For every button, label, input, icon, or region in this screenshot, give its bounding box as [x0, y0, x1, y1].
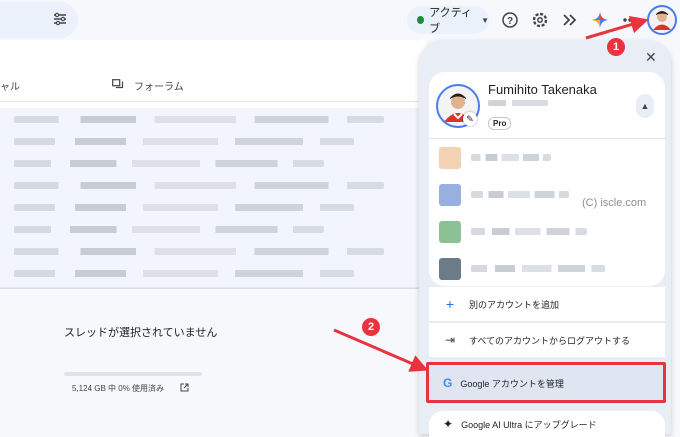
status-label: アクティブ — [429, 7, 472, 35]
account-email-blurred — [488, 100, 548, 106]
tab-forums-label: フォーラム — [134, 82, 184, 93]
pane-divider — [0, 288, 426, 289]
tab-forums[interactable]: フォーラム — [134, 78, 184, 93]
tab-social-label: ャル — [0, 82, 20, 93]
logout-icon: ⇥ — [444, 333, 456, 347]
active-dot-icon — [417, 16, 425, 24]
sign-out-all-label: すべてのアカウントからログアウトする — [469, 335, 631, 346]
account-avatar-blurred — [439, 258, 461, 280]
status-selector[interactable]: アクティブ ▼ — [407, 6, 489, 35]
account-text-blurred — [471, 154, 551, 161]
add-account-label: 別のアカウントを追加 — [469, 299, 560, 310]
open-in-new-icon[interactable] — [180, 383, 189, 392]
account-text-blurred — [471, 265, 605, 272]
account-row[interactable] — [429, 251, 665, 287]
sign-out-all-item[interactable]: ⇥ すべてのアカウントからログアウトする — [429, 323, 665, 357]
table-row[interactable] — [0, 262, 426, 288]
account-row[interactable] — [429, 140, 665, 176]
blurred-message-content — [14, 270, 354, 277]
plus-icon: + — [445, 296, 455, 312]
account-text-blurred — [471, 191, 569, 198]
tab-social[interactable]: ャル — [0, 78, 20, 93]
account-avatar-blurred — [439, 221, 461, 243]
chevron-up-icon[interactable]: ▲ — [636, 94, 654, 118]
upgrade-label: Google AI Ultra にアップグレード — [461, 419, 597, 430]
blurred-message-content — [14, 204, 354, 211]
blurred-message-content — [14, 182, 384, 189]
storage-usage-label: 5,124 GB 中 0% 使用済み — [72, 384, 165, 393]
watermark: (C) iscle.com — [582, 197, 647, 209]
gemini-sparkle-icon[interactable] — [590, 10, 610, 30]
chevron-down-icon: ▼ — [481, 15, 489, 25]
blurred-message-content — [14, 226, 324, 233]
forum-icon — [112, 79, 124, 89]
step-2-badge: 2 — [362, 318, 380, 336]
upgrade-button[interactable]: ✦ Google AI Ultra にアップグレード — [429, 411, 665, 437]
gemini-apps-icon[interactable] — [560, 10, 580, 30]
apps-grid-icon[interactable] — [620, 10, 640, 30]
storage-bar — [64, 372, 202, 376]
help-icon[interactable]: ? — [500, 10, 520, 30]
settings-gear-icon[interactable] — [530, 10, 550, 30]
account-avatar-blurred — [439, 147, 461, 169]
account-row[interactable] — [429, 214, 665, 250]
highlight-box — [426, 362, 666, 403]
account-avatar-blurred — [439, 184, 461, 206]
card-divider — [429, 138, 665, 139]
blurred-message-content — [14, 160, 324, 167]
sparkle-icon: ✦ — [443, 417, 454, 431]
blurred-message-content — [14, 248, 384, 255]
arrow-2 — [333, 328, 429, 372]
blurred-message-content — [14, 138, 354, 145]
storage-usage-text[interactable]: 5,124 GB 中 0% 使用済み — [72, 383, 164, 394]
account-avatar-button[interactable] — [647, 5, 677, 35]
tabs-divider — [0, 101, 426, 102]
account-text-blurred — [471, 228, 587, 235]
no-thread-selected-text: スレッドが選択されていません — [64, 327, 218, 339]
svg-text:?: ? — [507, 16, 513, 27]
pro-badge: Pro — [488, 117, 512, 130]
add-account-item[interactable]: + 別のアカウントを追加 — [429, 287, 665, 321]
account-name: Fumihito Takenaka — [488, 82, 597, 97]
edit-photo-icon[interactable]: ✎ — [463, 112, 477, 126]
search-options-icon[interactable] — [52, 11, 68, 27]
step-1-badge: 1 — [607, 38, 625, 56]
blurred-message-content — [14, 116, 384, 123]
close-icon[interactable]: ✕ — [645, 49, 657, 66]
